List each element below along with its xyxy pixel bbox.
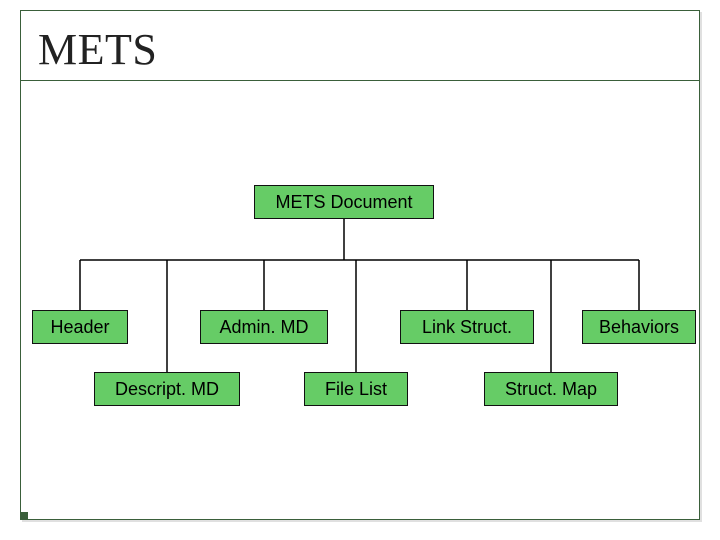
- node-header: Header: [32, 310, 128, 344]
- node-file-list: File List: [304, 372, 408, 406]
- node-descript-md: Descript. MD: [94, 372, 240, 406]
- frame-corner-icon: [20, 512, 28, 520]
- node-link-struct: Link Struct.: [400, 310, 534, 344]
- node-struct-map: Struct. Map: [484, 372, 618, 406]
- title-rule: [20, 80, 700, 81]
- slide-frame: [20, 10, 700, 520]
- node-root: METS Document: [254, 185, 434, 219]
- slide-title: METS: [38, 24, 157, 75]
- node-behaviors: Behaviors: [582, 310, 696, 344]
- node-admin-md: Admin. MD: [200, 310, 328, 344]
